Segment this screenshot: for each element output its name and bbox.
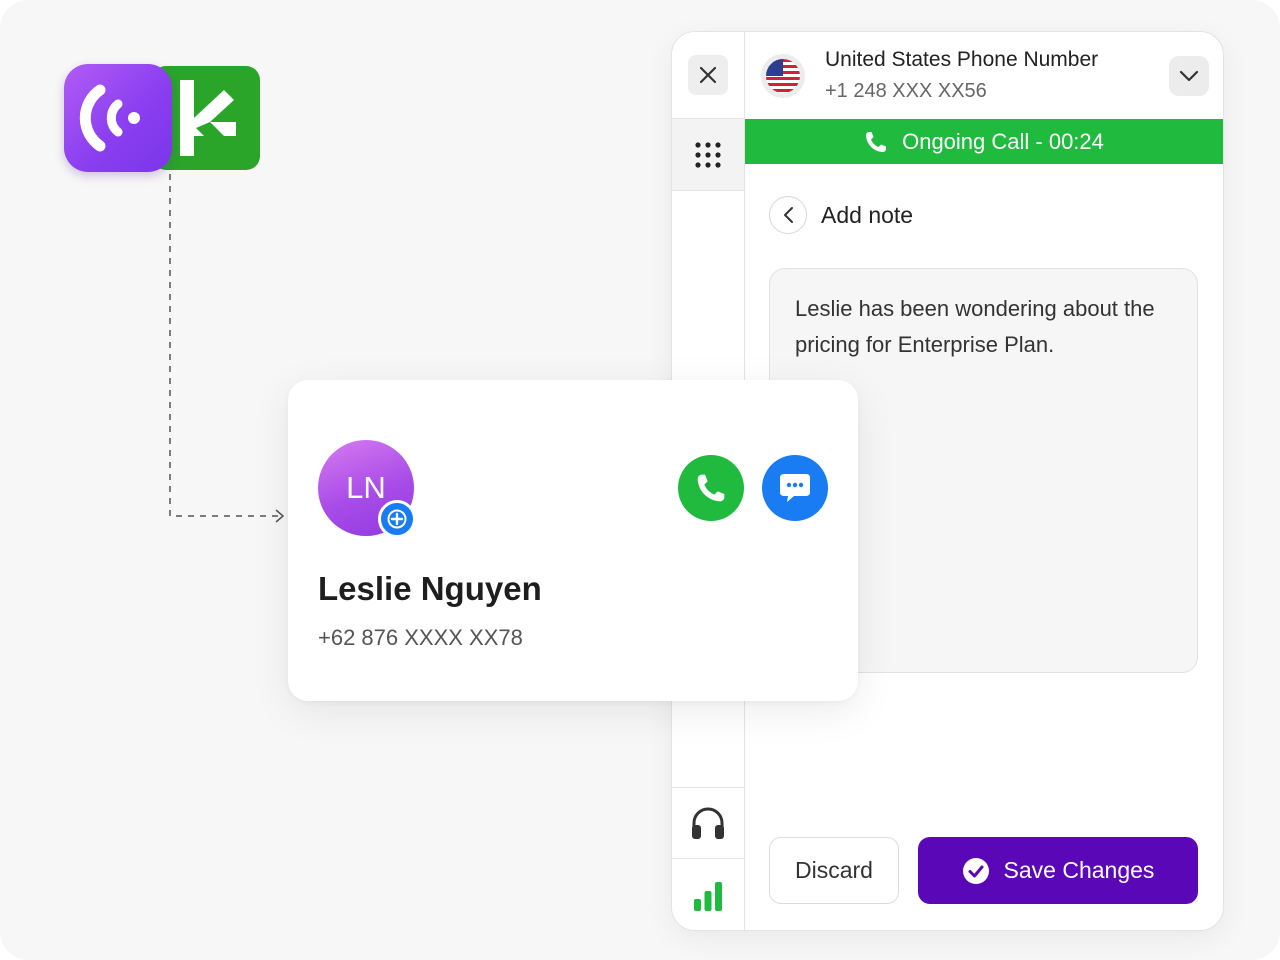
canvas: United States Phone Number +1 248 XXX XX… [0, 0, 1280, 960]
signal-button[interactable] [672, 859, 744, 930]
number-title: United States Phone Number [825, 48, 1099, 71]
discard-button[interactable]: Discard [769, 837, 899, 904]
close-button[interactable] [688, 55, 728, 95]
save-changes-label: Save Changes [1003, 857, 1155, 883]
check-circle-icon [962, 857, 989, 884]
ongoing-call-banner: Ongoing Call - 00:24 [745, 119, 1223, 164]
phone-icon [866, 131, 887, 152]
close-cell [672, 32, 744, 119]
chevron-left-icon [784, 207, 793, 223]
chevron-down-icon [1179, 70, 1199, 82]
keypad-icon [695, 141, 721, 168]
us-flag-icon [761, 54, 805, 98]
contact-card: LN Leslie Nguyen +62 876 XXXX XX78 [288, 380, 858, 701]
call-button[interactable] [678, 455, 744, 521]
add-contact-button[interactable] [378, 500, 416, 538]
headset-button[interactable] [672, 787, 744, 859]
contact-name: Leslie Nguyen [318, 570, 542, 607]
number-header: United States Phone Number +1 248 XXX XX… [745, 32, 1223, 119]
note-header: Add note [769, 196, 913, 234]
number-value: +1 248 XXX XX56 [825, 80, 987, 102]
note-title: Add note [821, 201, 914, 228]
message-button[interactable] [762, 455, 828, 521]
plus-icon [387, 509, 407, 529]
avatar-initials: LN [346, 470, 386, 505]
save-changes-button[interactable]: Save Changes [918, 837, 1198, 904]
call-status-label: Ongoing Call - 00:24 [902, 128, 1104, 154]
connector-arrow [169, 174, 285, 523]
number-dropdown-button[interactable] [1169, 56, 1209, 96]
contact-phone: +62 876 XXXX XX78 [318, 625, 523, 650]
broadcast-logo [64, 64, 172, 172]
signal-bars-icon [694, 881, 722, 911]
phone-icon [697, 474, 725, 502]
back-button[interactable] [769, 196, 807, 234]
keypad-button[interactable] [672, 119, 744, 191]
headset-icon [692, 807, 724, 839]
chat-bubble-icon [780, 474, 810, 502]
close-icon [699, 66, 717, 84]
